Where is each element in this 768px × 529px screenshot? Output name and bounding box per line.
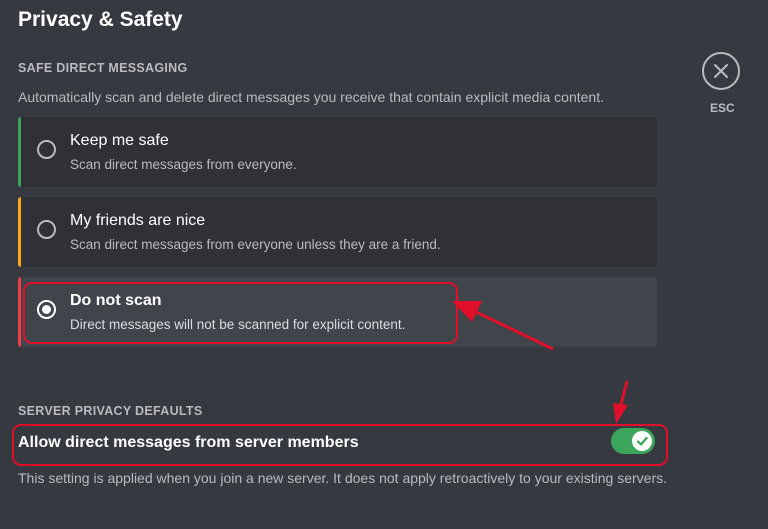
- safe-dm-section-label: SAFE DIRECT MESSAGING: [18, 61, 188, 75]
- toggle-knob: [632, 431, 652, 451]
- server-privacy-help-text: This setting is applied when you join a …: [18, 470, 667, 486]
- close-button[interactable]: [702, 52, 740, 90]
- radio-button[interactable]: [37, 140, 56, 159]
- option-description: Direct messages will not be scanned for …: [70, 317, 406, 332]
- checkmark-icon: [636, 436, 648, 446]
- radio-button-selected[interactable]: [37, 300, 56, 319]
- option-keep-me-safe[interactable]: Keep me safe Scan direct messages from e…: [18, 117, 657, 187]
- option-description: Scan direct messages from everyone unles…: [70, 237, 441, 252]
- option-my-friends-are-nice[interactable]: My friends are nice Scan direct messages…: [18, 197, 657, 267]
- radio-button[interactable]: [37, 220, 56, 239]
- close-icon: [714, 64, 728, 78]
- server-privacy-section-label: SERVER PRIVACY DEFAULTS: [18, 404, 203, 418]
- option-title: Keep me safe: [70, 132, 169, 149]
- safe-dm-description: Automatically scan and delete direct mes…: [18, 89, 604, 105]
- page-title: Privacy & Safety: [18, 8, 183, 31]
- esc-label: ESC: [710, 101, 735, 115]
- option-title: Do not scan: [70, 292, 162, 309]
- allow-dm-toggle-label: Allow direct messages from server member…: [18, 434, 359, 451]
- option-description: Scan direct messages from everyone.: [70, 157, 297, 172]
- arrow-head-to-toggle: [613, 403, 628, 424]
- arrow-line-to-toggle: [618, 380, 629, 409]
- option-title: My friends are nice: [70, 212, 206, 229]
- option-do-not-scan[interactable]: Do not scan Direct messages will not be …: [18, 277, 657, 347]
- allow-dm-toggle[interactable]: [611, 428, 655, 454]
